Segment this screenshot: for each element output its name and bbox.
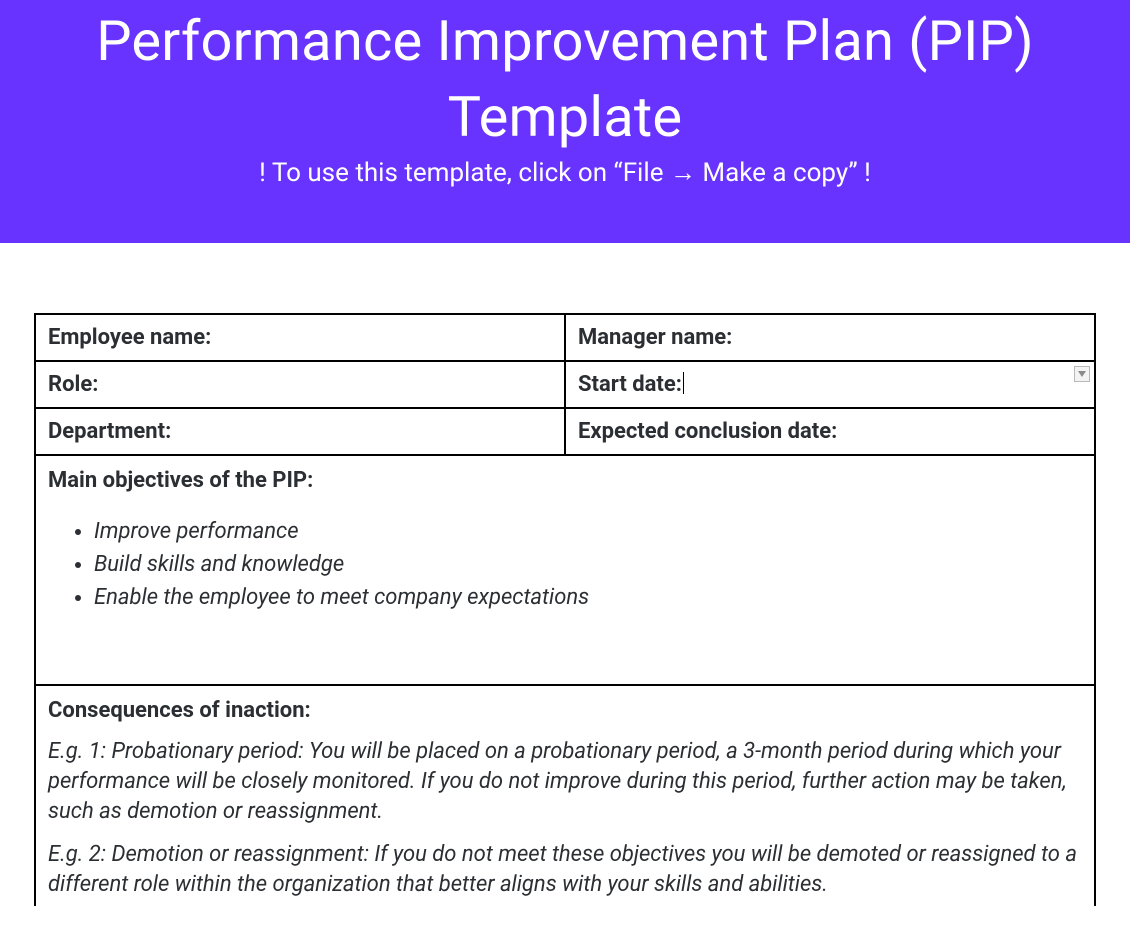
template-usage-hint: ! To use this template, click on “File →… [30,157,1100,188]
objective-item: Enable the employee to meet company expe… [94,581,1082,614]
employee-name-label: Employee name: [48,325,211,350]
pip-info-table: Employee name: Manager name: Role: Start… [34,313,1096,905]
employee-name-cell[interactable]: Employee name: [35,314,565,361]
objective-item: Improve performance [94,515,1082,548]
consequence-example: E.g. 2: Demotion or reassignment: If you… [48,840,1082,899]
consequence-example: E.g. 1: Probationary period: You will be… [48,737,1082,826]
document-banner: Performance Improvement Plan (PIP) Templ… [0,0,1130,243]
role-cell[interactable]: Role: [35,361,565,408]
consequences-heading: Consequences of inaction: [48,698,1082,723]
dropdown-icon[interactable] [1074,366,1090,382]
start-date-cell[interactable]: Start date: [565,361,1095,408]
document-title: Performance Improvement Plan (PIP) Templ… [30,4,1100,155]
document-body: Employee name: Manager name: Role: Start… [0,243,1130,905]
manager-name-cell[interactable]: Manager name: [565,314,1095,361]
start-date-label: Start date: [578,372,682,397]
consequences-cell[interactable]: Consequences of inaction: E.g. 1: Probat… [35,685,1095,905]
expected-conclusion-cell[interactable]: Expected conclusion date: [565,408,1095,455]
objective-item: Build skills and knowledge [94,548,1082,581]
objectives-cell[interactable]: Main objectives of the PIP: Improve perf… [35,455,1095,685]
expected-conclusion-label: Expected conclusion date: [578,419,837,444]
text-cursor [683,372,684,394]
department-cell[interactable]: Department: [35,408,565,455]
objectives-heading: Main objectives of the PIP: [48,468,1082,493]
objectives-list: Improve performance Build skills and kno… [94,515,1082,614]
department-label: Department: [48,419,171,444]
role-label: Role: [48,372,98,397]
manager-name-label: Manager name: [578,325,732,350]
